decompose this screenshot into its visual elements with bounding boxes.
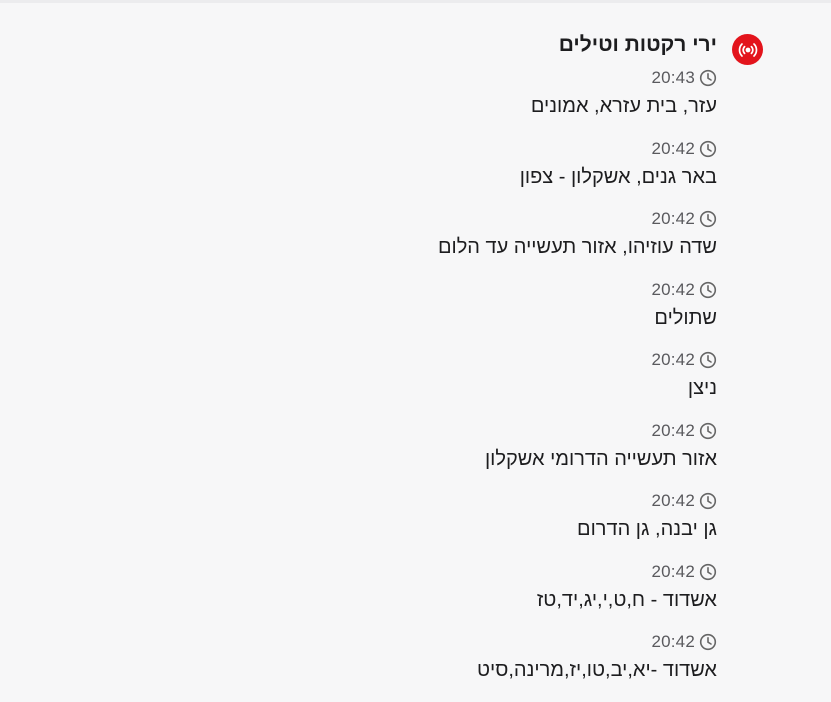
- entry-time-row: 20:43: [651, 67, 717, 89]
- alert-entry: 20:42 גן יבנה, גן הדרום: [157, 490, 717, 561]
- entry-time: 20:42: [651, 209, 695, 228]
- clock-icon: [699, 563, 717, 580]
- entry-time: 20:42: [651, 138, 695, 158]
- clock-icon: [699, 140, 717, 157]
- entry-time-row: 20:42: [651, 279, 717, 301]
- alert-entry: 20:42 ניצן: [157, 349, 717, 420]
- entry-time-row: 20:42: [651, 561, 717, 583]
- entry-time: 20:42: [651, 350, 695, 369]
- entry-location: אשדוד -יא,יב,טו,יז,מרינה,סיט: [477, 659, 717, 681]
- entry-location: באר גנים, אשקלון - צפון: [519, 165, 717, 188]
- entry-location: שדה עוזיהו, אזור תעשייה עד הלום: [437, 236, 717, 258]
- entry-time-row: 20:42: [651, 138, 717, 160]
- entry-location: שתולים: [654, 306, 717, 329]
- clock-icon: [699, 422, 717, 439]
- entry-time-row: 20:42: [651, 631, 717, 653]
- entry-time: 20:42: [651, 561, 695, 581]
- clock-icon: [699, 351, 717, 369]
- entry-location: עזר, בית עזרא, אמונים: [530, 95, 717, 117]
- entry-location: גן יבנה, גן הדרום: [577, 518, 717, 540]
- entry-time: 20:42: [651, 279, 695, 299]
- entry-time: 20:43: [651, 68, 695, 87]
- entry-time-row: 20:42: [651, 349, 717, 371]
- alert-entry: 20:42 אשדוד -יא,יב,טו,יז,מרינה,סיט: [157, 631, 717, 702]
- alert-entry: 20:42 באר גנים, אשקלון - צפון: [157, 138, 717, 209]
- alert-panel: ירי רקטות וטילים 20:43 עזר, בית עזרא, אמ…: [0, 0, 831, 690]
- alert-badge: [732, 34, 763, 65]
- alert-entry: 20:42 שדה עוזיהו, אזור תעשייה עד הלום: [157, 208, 717, 279]
- clock-icon: [699, 281, 717, 298]
- alert-entry: 20:42 שתולים: [157, 279, 717, 350]
- entry-time-row: 20:42: [651, 420, 717, 442]
- clock-icon: [699, 633, 717, 651]
- alert-broadcast-icon: [738, 42, 757, 57]
- alert-entries-list: 20:43 עזר, בית עזרא, אמונים 20:42 באר גנ…: [157, 67, 717, 702]
- entry-time: 20:42: [651, 491, 695, 510]
- alert-entry: 20:42 אשדוד - ח,ט,י,יג,יד,טז: [157, 561, 717, 632]
- entry-location: אשדוד - ח,ט,י,יג,יד,טז: [536, 588, 717, 611]
- alert-title: ירי רקטות וטילים: [558, 33, 717, 56]
- entry-time-row: 20:42: [651, 490, 717, 512]
- entry-location: אזור תעשייה הדרומי אשקלון: [484, 447, 717, 470]
- entry-location: ניצן: [687, 377, 717, 399]
- entry-time: 20:42: [651, 420, 695, 440]
- clock-icon: [699, 210, 717, 228]
- entry-time: 20:42: [651, 632, 695, 651]
- alert-entry: 20:43 עזר, בית עזרא, אמונים: [157, 67, 717, 138]
- clock-icon: [699, 69, 717, 87]
- entry-time-row: 20:42: [651, 208, 717, 230]
- clock-icon: [699, 492, 717, 510]
- alert-entry: 20:42 אזור תעשייה הדרומי אשקלון: [157, 420, 717, 491]
